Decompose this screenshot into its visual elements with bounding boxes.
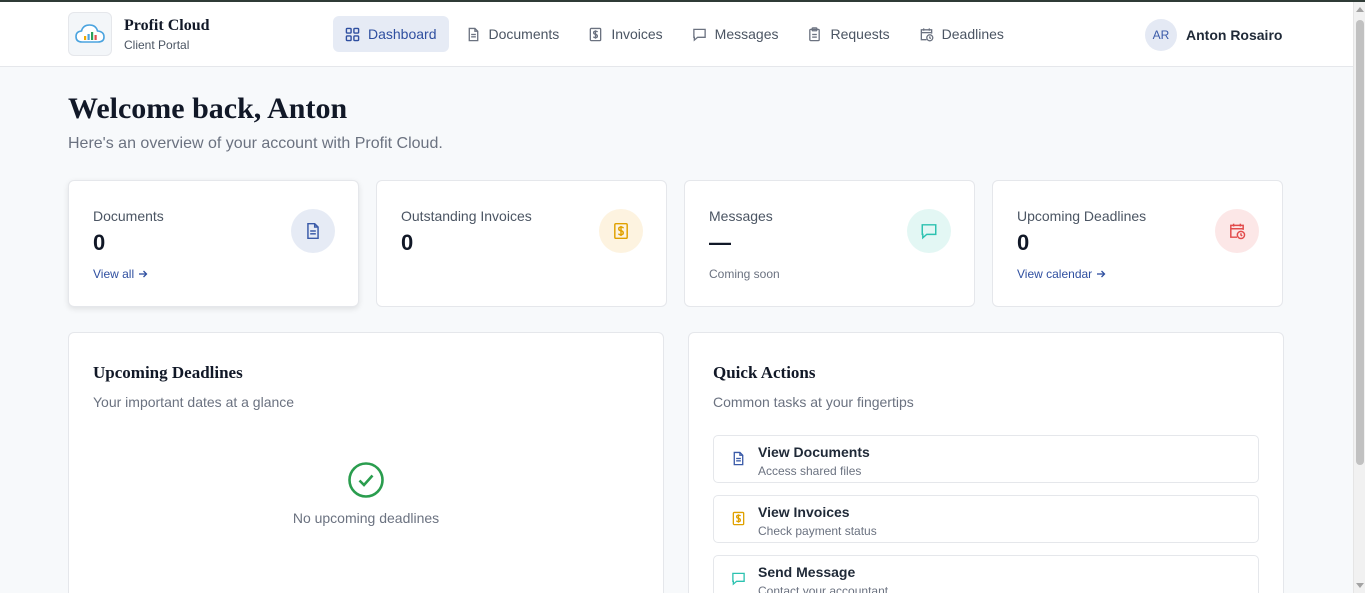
view-documents-action[interactable]: View Documents Access shared files: [713, 435, 1259, 483]
panel-subtitle: Common tasks at your fingertips: [713, 394, 914, 410]
stat-card-deadlines: Upcoming Deadlines 0 View calendar: [992, 180, 1283, 307]
panel-title: Quick Actions: [713, 363, 816, 382]
page-title: Welcome back, Anton: [68, 92, 348, 125]
nav-messages[interactable]: Messages: [680, 16, 791, 52]
stat-value: 0: [401, 230, 414, 255]
user-menu[interactable]: AR Anton Rosairo: [1145, 19, 1282, 51]
stat-value: —: [709, 230, 731, 255]
message-icon: [732, 572, 745, 586]
message-icon: [907, 209, 951, 253]
action-title: Send Message: [758, 564, 856, 580]
nav-label: Documents: [488, 26, 560, 42]
arrow-right-icon: [1097, 270, 1106, 278]
stat-label: Documents: [93, 208, 164, 224]
invoice-dollar-icon: [590, 27, 602, 41]
check-circle-icon: [347, 461, 385, 504]
nav-requests[interactable]: Requests: [795, 16, 901, 52]
action-title: View Documents: [758, 444, 870, 460]
view-invoices-action[interactable]: View Invoices Check payment status: [713, 495, 1259, 543]
document-icon: [291, 209, 335, 253]
nav-invoices[interactable]: Invoices: [576, 16, 674, 52]
nav-label: Requests: [830, 26, 890, 42]
stat-value: 0: [1017, 230, 1030, 255]
brand-name: Profit Cloud: [124, 16, 210, 34]
top-header: Profit Cloud Client Portal Dashboard Doc…: [0, 2, 1353, 67]
avatar: AR: [1145, 19, 1177, 51]
view-all-link[interactable]: View all: [93, 267, 148, 281]
link-label: View all: [93, 267, 135, 281]
panel-title: Upcoming Deadlines: [93, 363, 243, 382]
link-label: View calendar: [1017, 267, 1093, 281]
stat-label: Outstanding Invoices: [401, 208, 532, 224]
scroll-up-arrow-icon[interactable]: [1356, 7, 1364, 12]
view-calendar-link[interactable]: View calendar: [1017, 267, 1106, 281]
profit-cloud-logo: [68, 12, 112, 56]
page-scrollbar[interactable]: [1353, 2, 1365, 593]
clipboard-icon: [809, 26, 821, 41]
nav-label: Deadlines: [941, 26, 1004, 42]
action-subtitle: Contact your accountant: [758, 584, 889, 593]
document-icon: [468, 27, 478, 41]
nav-label: Messages: [714, 26, 779, 42]
arrow-right-icon: [139, 270, 148, 278]
stat-label: Upcoming Deadlines: [1017, 208, 1147, 224]
scrollbar-thumb[interactable]: [1356, 20, 1364, 465]
panel-subtitle: Your important dates at a glance: [93, 394, 295, 410]
page-subtitle: Here's an overview of your account with …: [68, 135, 443, 152]
grid-icon: [345, 27, 360, 41]
document-icon: [733, 451, 744, 466]
stat-card-messages: Messages — Coming soon: [684, 180, 975, 307]
nav-dashboard[interactable]: Dashboard: [333, 16, 449, 52]
empty-state-text: No upcoming deadlines: [292, 510, 440, 526]
quick-actions-panel: Quick Actions Common tasks at your finge…: [688, 332, 1284, 593]
nav-label: Invoices: [611, 26, 663, 42]
calendar-clock-icon: [920, 27, 934, 41]
action-subtitle: Check payment status: [758, 524, 877, 538]
calendar-clock-icon: [1215, 209, 1259, 253]
main-nav: Dashboard Documents Invoices Messages Re…: [333, 16, 1021, 52]
brand-subtitle: Client Portal: [124, 37, 190, 52]
coming-soon-note: Coming soon: [709, 267, 780, 281]
action-subtitle: Access shared files: [758, 464, 862, 478]
stat-card-invoices: Outstanding Invoices 0: [376, 180, 667, 307]
nav-deadlines[interactable]: Deadlines: [907, 16, 1016, 52]
action-title: View Invoices: [758, 504, 850, 520]
deadlines-panel: Upcoming Deadlines Your important dates …: [68, 332, 664, 593]
brand[interactable]: Profit Cloud Client Portal: [68, 12, 209, 56]
invoice-dollar-icon: [732, 511, 745, 526]
nav-documents[interactable]: Documents: [454, 16, 572, 52]
stat-label: Messages: [709, 208, 773, 224]
invoice-dollar-icon: [599, 209, 643, 253]
scroll-down-arrow-icon[interactable]: [1356, 583, 1364, 588]
stat-card-documents: Documents 0 View all: [68, 180, 359, 307]
message-icon: [692, 28, 706, 42]
nav-label: Dashboard: [368, 26, 437, 42]
user-name: Anton Rosairo: [1186, 27, 1283, 43]
send-message-action[interactable]: Send Message Contact your accountant: [713, 555, 1259, 593]
stat-value: 0: [93, 230, 106, 255]
